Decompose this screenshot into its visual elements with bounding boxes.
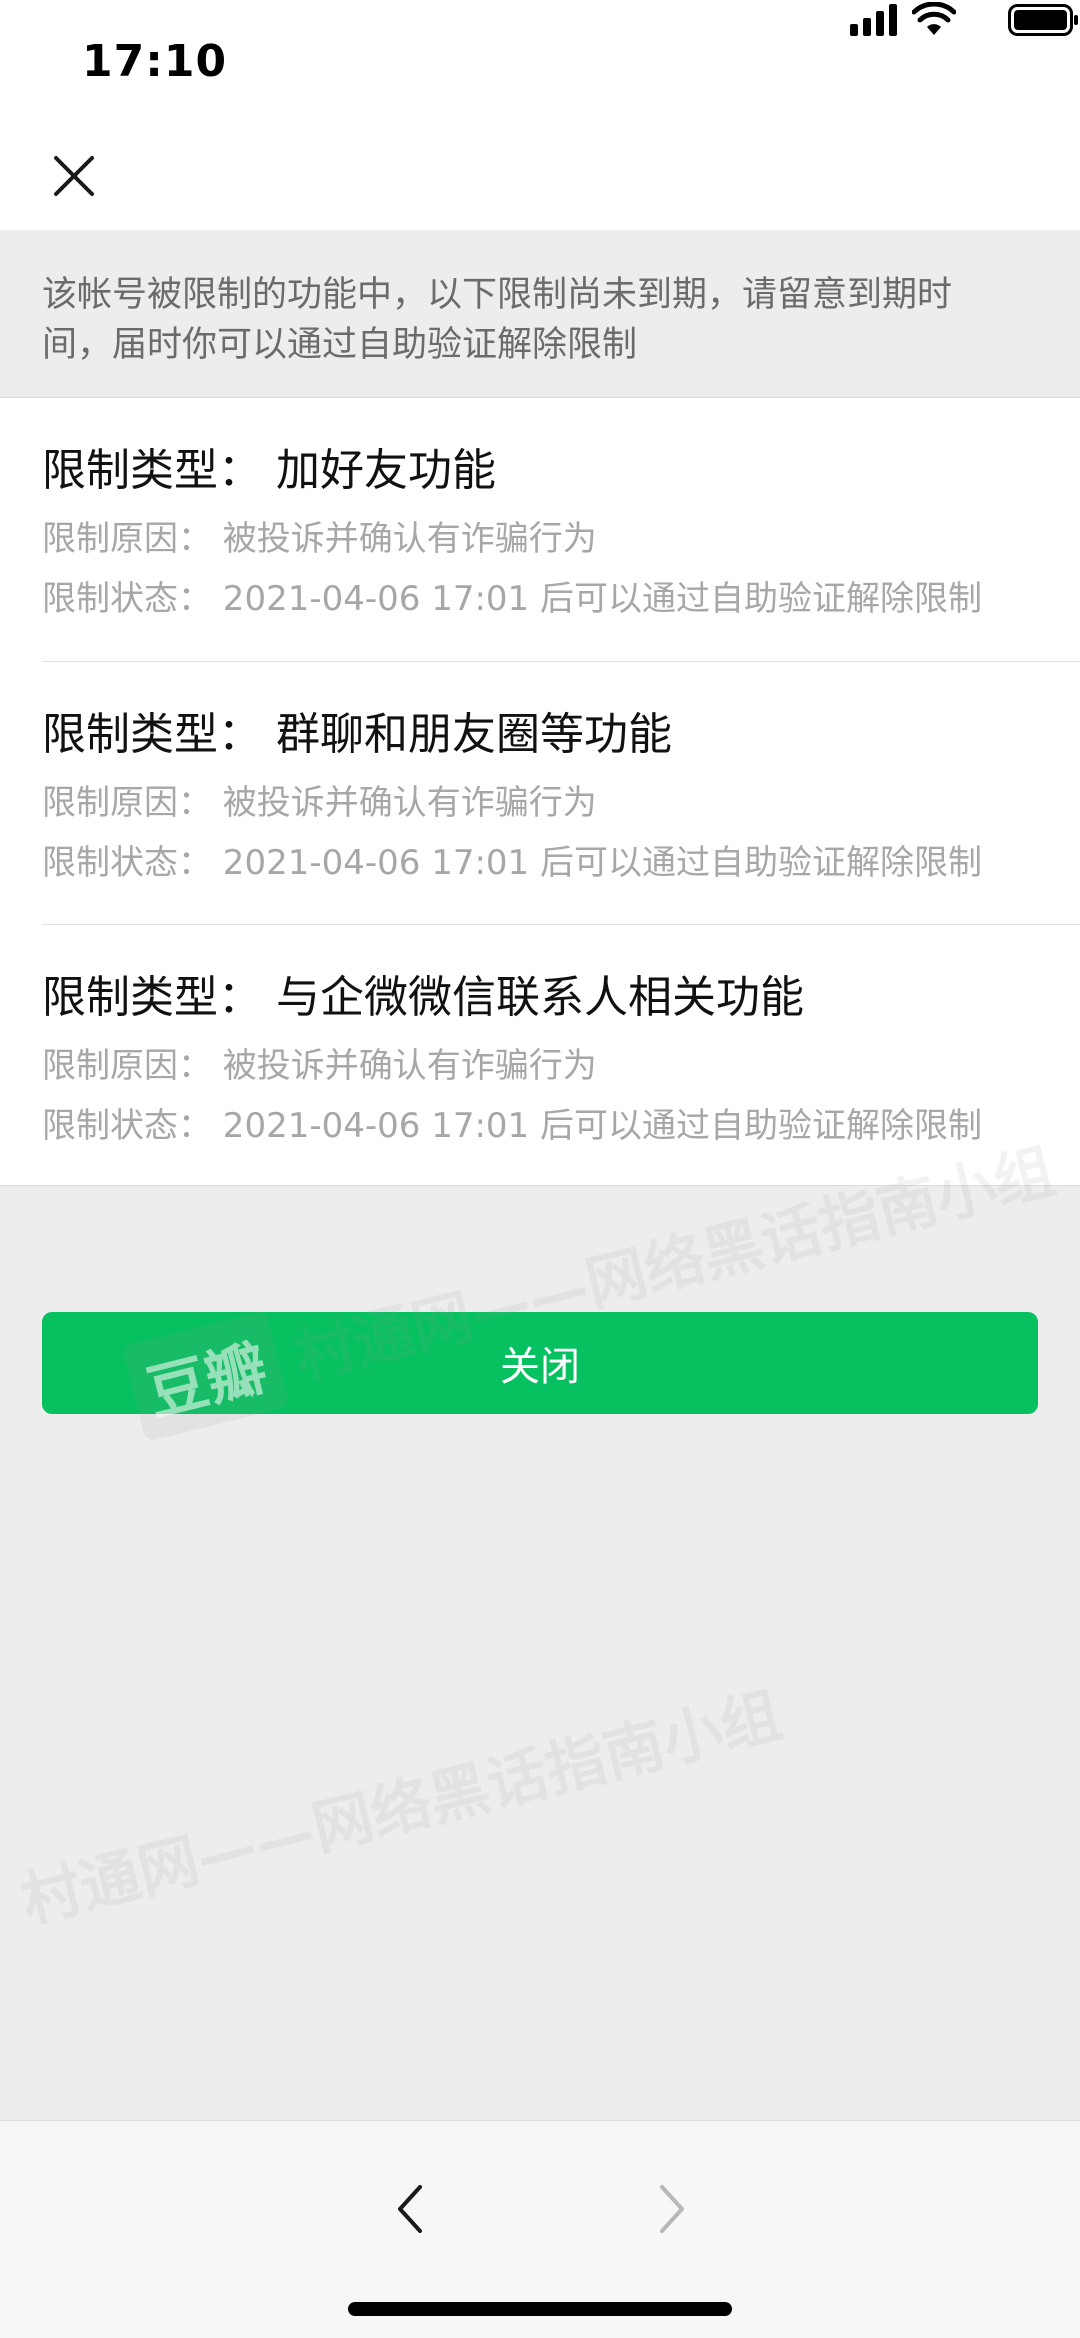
close-button[interactable]: 关闭: [42, 1312, 1038, 1414]
restriction-item: 限制类型： 与企微微信联系人相关功能 限制原因： 被投诉并确认有诈骗行为 限制状…: [42, 924, 1080, 1188]
restriction-type: 限制类型： 与企微微信联系人相关功能: [42, 972, 804, 1023]
restriction-status: 限制状态： 2021-04-06 17:01 后可以通过自助验证解除限制: [42, 1106, 982, 1146]
home-indicator: [348, 2302, 732, 2316]
watermark-text: 村通网——网络黑话指南小组: [14, 1680, 789, 1938]
chevron-right-icon[interactable]: [652, 2179, 692, 2239]
restriction-item: 限制类型： 加好友功能 限制原因： 被投诉并确认有诈骗行为 限制状态： 2021…: [42, 398, 1080, 661]
nav-bar: [0, 128, 1080, 230]
wifi-icon: [912, 2, 956, 35]
restriction-item: 限制类型： 群聊和朋友圈等功能 限制原因： 被投诉并确认有诈骗行为 限制状态： …: [42, 661, 1080, 925]
restriction-status: 限制状态： 2021-04-06 17:01 后可以通过自助验证解除限制: [42, 843, 982, 883]
battery-icon: [1008, 4, 1078, 36]
chevron-left-icon[interactable]: [390, 2179, 430, 2239]
close-icon[interactable]: [44, 146, 104, 206]
restriction-reason: 限制原因： 被投诉并确认有诈骗行为: [42, 519, 597, 559]
restriction-reason: 限制原因： 被投诉并确认有诈骗行为: [42, 783, 597, 823]
restriction-type: 限制类型： 群聊和朋友圈等功能: [42, 709, 672, 760]
status-time: 17:10: [82, 36, 228, 87]
restriction-status: 限制状态： 2021-04-06 17:01 后可以通过自助验证解除限制: [42, 579, 982, 619]
restriction-notice: 该帐号被限制的功能中，以下限制尚未到期，请留意到期时间，届时你可以通过自助验证解…: [0, 230, 1080, 397]
restriction-reason: 限制原因： 被投诉并确认有诈骗行为: [42, 1046, 597, 1086]
status-bar: 17:10: [0, 0, 1080, 128]
restriction-list: 限制类型： 加好友功能 限制原因： 被投诉并确认有诈骗行为 限制状态： 2021…: [0, 397, 1080, 1186]
signal-icon: [850, 4, 897, 36]
restriction-type: 限制类型： 加好友功能: [42, 445, 496, 496]
watermark: 村通网——网络黑话指南小组: [11, 1667, 789, 1940]
